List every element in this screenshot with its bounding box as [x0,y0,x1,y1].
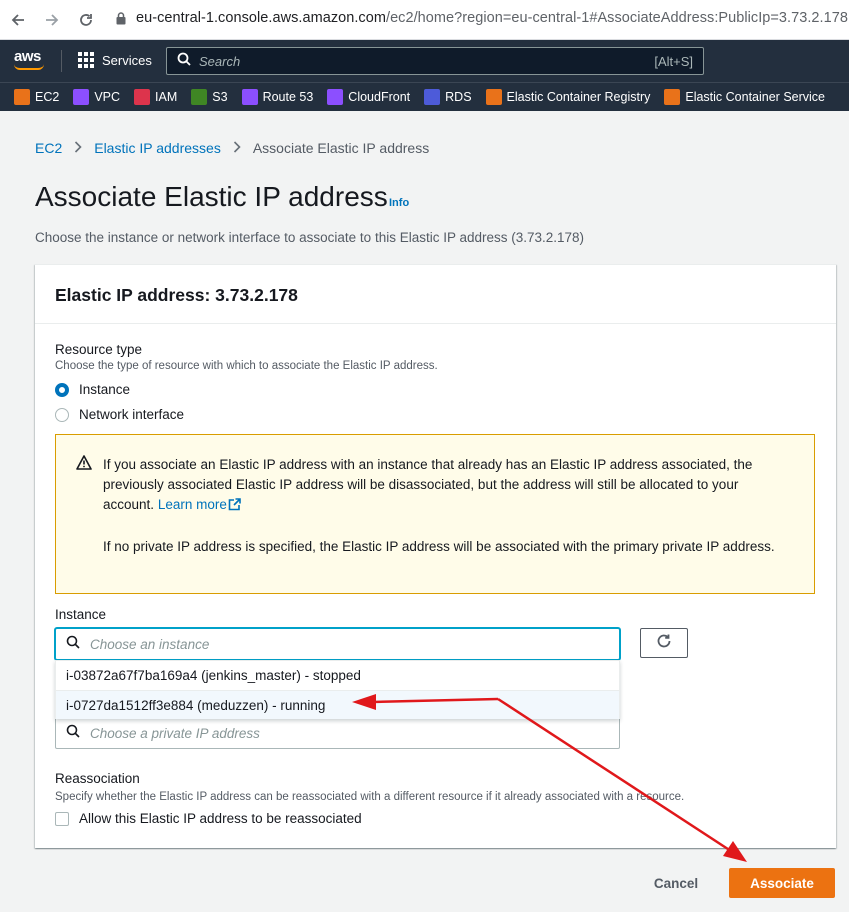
browser-toolbar: eu-central-1.console.aws.amazon.com/ec2/… [0,0,849,40]
search-icon [66,724,80,743]
reassociation-label: Reassociation [55,771,140,786]
associate-button[interactable]: Associate [729,868,835,898]
instance-option[interactable]: i-0727da1512ff3e884 (meduzzen) - running [56,690,619,719]
page-title: Associate Elastic IP address [35,181,388,212]
chevron-right-icon [233,140,241,156]
favorite-label: RDS [445,90,472,104]
url-path: /ec2/home?region=eu-central-1#AssociateA… [385,10,848,26]
alert-message: If you associate an Elastic IP address w… [103,455,793,557]
favorite-item[interactable]: Elastic Container Registry [485,89,651,105]
radio-button-selected[interactable] [55,382,69,397]
address-bar[interactable]: eu-central-1.console.aws.amazon.com/ec2/… [136,10,848,26]
services-label: Services [102,52,152,68]
favorite-item[interactable]: Route 53 [241,89,314,105]
resource-type-description: Choose the type of resource with which t… [55,360,438,372]
radio-network-interface[interactable]: Network interface [55,407,184,422]
favorite-item[interactable]: CloudFront [327,89,410,105]
warning-icon [76,455,92,475]
favorite-label: Route 53 [262,90,314,104]
instance-option[interactable]: i-03872a67f7ba169a4 (jenkins_master) - s… [56,661,619,690]
private-ip-placeholder: Choose a private IP address [90,725,260,741]
favorite-label: Elastic Container Registry [506,90,651,104]
aws-logo-text: aws [14,48,41,65]
radio-network-interface-label: Network interface [79,407,185,422]
instance-placeholder: Choose an instance [90,636,210,652]
resource-type-label: Resource type [55,342,143,357]
favorite-item[interactable]: RDS [424,89,472,105]
services-menu-button[interactable]: Services [78,52,152,68]
instance-select[interactable]: Choose an instance [55,628,620,660]
forward-arrow-icon[interactable] [42,10,62,30]
grid-icon [78,52,94,68]
refresh-icon [656,633,672,654]
external-link-icon [228,497,241,517]
favorite-label: EC2 [35,90,60,104]
service-icon [664,89,681,105]
nav-divider [61,50,62,72]
aws-logo[interactable]: aws [14,48,44,70]
associate-panel: Elastic IP address: 3.73.2.178 Resource … [35,264,836,848]
service-icon [134,89,151,105]
radio-instance-label: Instance [79,382,131,397]
favorite-label: VPC [94,90,121,104]
service-icon [485,89,502,105]
learn-more-link[interactable]: Learn more [158,497,241,512]
aws-smile-icon [14,64,44,70]
reload-icon[interactable] [76,10,96,30]
service-icon [191,89,208,105]
private-ip-select[interactable]: Choose a private IP address [55,717,620,749]
breadcrumb: EC2 Elastic IP addresses Associate Elast… [35,140,429,156]
chevron-right-icon [74,140,82,156]
favorite-label: Elastic Container Service [685,90,826,104]
url-host: eu-central-1.console.aws.amazon.com [136,10,386,26]
favorite-label: IAM [155,90,178,104]
radio-button[interactable] [55,407,69,422]
aws-top-nav: aws Services Search [Alt+S] [0,40,849,82]
search-icon [177,52,191,71]
favorite-item[interactable]: EC2 [14,89,59,105]
lock-icon [116,12,126,30]
favorite-item[interactable]: Elastic Container Service [664,89,825,105]
favorite-item[interactable]: VPC [73,89,120,105]
instance-dropdown: i-03872a67f7ba169a4 (jenkins_master) - s… [55,660,620,719]
service-icon [14,89,30,105]
search-shortcut: [Alt+S] [654,53,693,69]
instance-option-label: i-0727da1512ff3e884 (meduzzen) - running [66,697,326,713]
favorite-item[interactable]: IAM [134,89,177,105]
info-link[interactable]: Info [389,197,409,209]
checkbox[interactable] [55,811,69,826]
breadcrumb-elastic-ips[interactable]: Elastic IP addresses [94,140,221,156]
service-icon [327,89,344,105]
favorites-bar: EC2 VPC IAM S3 Route 53 CloudFront RDS Elastic … [0,82,849,111]
back-arrow-icon[interactable] [8,10,28,30]
search-input[interactable]: Search [Alt+S] [166,47,704,75]
instance-label: Instance [55,607,107,622]
panel-header: Elastic IP address: 3.73.2.178 [35,265,836,324]
breadcrumb-ec2[interactable]: EC2 [35,140,62,156]
favorite-item[interactable]: S3 [191,89,228,105]
cancel-button[interactable]: Cancel [642,868,710,898]
refresh-button[interactable] [640,628,688,658]
service-icon [241,89,258,105]
favorite-label: S3 [212,90,228,104]
page-description: Choose the instance or network interface… [35,230,585,245]
reassociation-checkbox-row[interactable]: Allow this Elastic IP address to be reas… [55,811,362,826]
search-icon [66,635,80,654]
service-icon [424,89,441,105]
panel-title: Elastic IP address: 3.73.2.178 [55,285,298,305]
warning-alert: If you associate an Elastic IP address w… [55,434,815,594]
reassociation-checkbox-label: Allow this Elastic IP address to be reas… [79,811,362,826]
learn-more-label: Learn more [157,497,227,512]
favorite-label: CloudFront [348,90,411,104]
alert-paragraph-2: If no private IP address is specified, t… [103,539,775,554]
reassociation-description: Specify whether the Elastic IP address c… [55,791,685,803]
service-icon [73,89,90,105]
search-placeholder: Search [199,53,241,69]
instance-option-label: i-03872a67f7ba169a4 (jenkins_master) - s… [66,668,361,683]
breadcrumb-current: Associate Elastic IP address [252,140,430,156]
radio-instance[interactable]: Instance [55,382,130,397]
